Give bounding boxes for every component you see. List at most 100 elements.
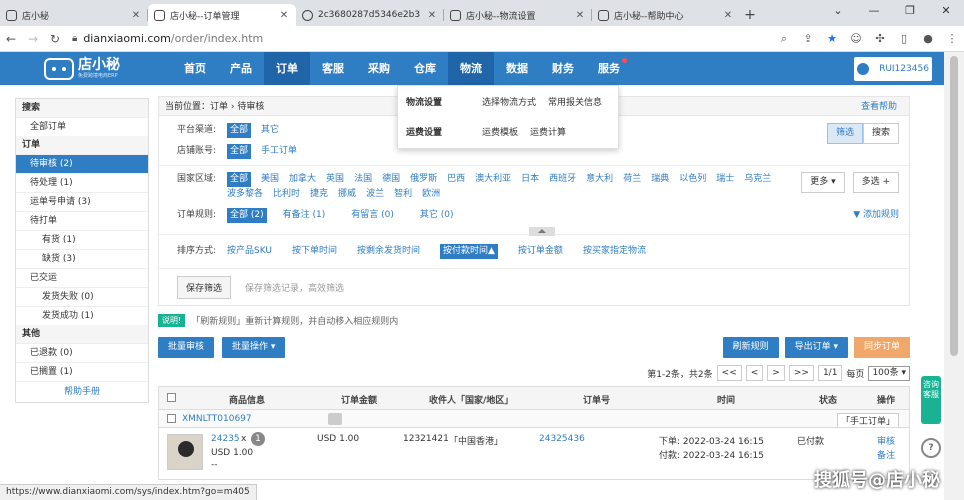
country-option[interactable]: 智利 [394, 187, 412, 202]
consult-service-button[interactable]: 咨询客服 [921, 376, 941, 424]
country-option[interactable]: 巴西 [447, 172, 465, 187]
sidebar-item-all-orders[interactable]: 全部订单 [16, 117, 148, 136]
shop-all[interactable]: 全部 [227, 144, 252, 159]
country-option[interactable]: 法国 [354, 172, 372, 187]
country-option[interactable]: 波兰 [366, 187, 384, 202]
menu-warehouse[interactable]: 仓库 [402, 52, 448, 85]
sort-by-buyer-logistics[interactable]: 按买家指定物流 [583, 244, 646, 259]
country-option[interactable]: 加拿大 [289, 172, 316, 187]
rule-has-note[interactable]: 有备注 (1) [283, 208, 326, 223]
close-tab-icon[interactable]: ✕ [722, 10, 734, 21]
share-icon[interactable]: ⇪ [796, 32, 820, 46]
tab-search-icon[interactable]: ⌄ [820, 0, 856, 24]
back-icon[interactable]: ← [0, 32, 22, 46]
group-id-link[interactable]: XMNLTT010697 [182, 414, 252, 424]
add-rule-link[interactable]: ▼ 添加规则 [853, 208, 899, 223]
country-option[interactable]: 美国 [261, 172, 279, 187]
view-help-link[interactable]: 查看帮助 [861, 97, 897, 117]
sort-by-remaining-ship-time[interactable]: 按剩余发货时间 [357, 244, 420, 259]
sidebar-item-out-of-stock[interactable]: 缺货 (3) [16, 249, 148, 268]
profile-icon[interactable]: ● [916, 32, 940, 46]
collapse-arrow-icon[interactable] [529, 227, 555, 236]
page-scrollbar[interactable] [944, 52, 964, 500]
menu-item-customs-info[interactable]: 常用报关信息 [548, 95, 602, 108]
extensions-puzzle-icon[interactable]: ✣ [868, 32, 892, 46]
batch-ops-button[interactable]: 批量操作 ▾ [222, 337, 286, 358]
sidebar-item-ship-success[interactable]: 发货成功 (1) [16, 306, 148, 325]
help-question-icon[interactable]: ? [921, 438, 941, 458]
country-option[interactable]: 澳大利亚 [475, 172, 511, 187]
close-tab-icon[interactable]: ✕ [278, 10, 290, 21]
country-option[interactable]: 日本 [521, 172, 539, 187]
url-field[interactable]: dianxiaomi.com/order/index.htm [83, 32, 772, 45]
bookmark-star-icon[interactable]: ★ [820, 32, 844, 46]
zoom-icon[interactable]: ⌕ [772, 32, 796, 46]
copy-icon[interactable] [327, 412, 342, 425]
country-option[interactable]: 全部 [227, 172, 252, 187]
rule-has-message[interactable]: 有留言 (0) [351, 208, 394, 223]
country-option[interactable]: 以色列 [679, 172, 706, 187]
save-filter-button[interactable]: 保存筛选 [177, 276, 232, 299]
select-all-checkbox[interactable] [167, 393, 176, 402]
sync-orders-button[interactable]: 同步订单 [853, 337, 910, 358]
sort-by-pay-time[interactable]: 按付款时间▲ [440, 244, 498, 259]
browser-tab-active[interactable]: 店小秘--订单管理 ✕ [148, 4, 296, 26]
minimize-icon[interactable]: — [856, 0, 892, 24]
country-option[interactable]: 意大利 [586, 172, 613, 187]
menu-item-select-logistics[interactable]: 选择物流方式 [482, 95, 536, 108]
close-tab-icon[interactable]: ✕ [574, 10, 586, 21]
sidebar-icon[interactable]: ▯ [892, 32, 916, 46]
country-option[interactable]: 波多黎各 [227, 187, 263, 202]
country-option[interactable]: 欧洲 [422, 187, 440, 202]
country-option[interactable]: 荷兰 [623, 172, 641, 187]
country-option[interactable]: 比利时 [273, 187, 300, 202]
export-orders-button[interactable]: 导出订单 ▾ [784, 337, 848, 358]
product-thumbnail[interactable] [167, 434, 203, 470]
forward-icon[interactable]: → [22, 32, 44, 46]
sidebar-item-shipped[interactable]: 已交运 [16, 268, 148, 287]
app-logo[interactable]: 店小秘 免费跨境电商ERP [0, 57, 140, 80]
menu-logistics[interactable]: 物流 [448, 52, 494, 85]
reload-icon[interactable]: ↻ [44, 32, 66, 46]
restore-icon[interactable]: ❐ [892, 0, 928, 24]
rule-all[interactable]: 全部 (2) [227, 208, 267, 223]
menu-products[interactable]: 产品 [218, 52, 264, 85]
browser-tab[interactable]: 店小秘--帮助中心 ✕ [592, 4, 740, 26]
refresh-rules-button[interactable]: 刷新规则 [722, 337, 779, 358]
per-page-select[interactable]: 100条 ▾ [868, 365, 910, 381]
country-option[interactable]: 英国 [326, 172, 344, 187]
close-tab-icon[interactable]: ✕ [130, 10, 142, 21]
country-option[interactable]: 西班牙 [549, 172, 576, 187]
multi-select-button[interactable]: 多选 + [852, 172, 899, 193]
sidebar-item-on-hold[interactable]: 已搁置 (1) [16, 362, 148, 381]
menu-item-freight-calc[interactable]: 运费计算 [530, 125, 566, 138]
browser-tab[interactable]: 店小秘--物流设置 ✕ [444, 4, 592, 26]
menu-purchasing[interactable]: 采购 [356, 52, 402, 85]
country-option[interactable]: 挪威 [338, 187, 356, 202]
rule-other[interactable]: 其它 (0) [420, 208, 454, 223]
browser-tab[interactable]: 2c3680287d5346e2b3 ✕ [296, 4, 444, 26]
first-page-button[interactable]: << [716, 365, 742, 381]
sort-by-order-time[interactable]: 按下单时间 [292, 244, 337, 259]
country-option[interactable]: 俄罗斯 [410, 172, 437, 187]
browser-tab[interactable]: 店小秘 ✕ [0, 4, 148, 26]
product-sku-link[interactable]: 24235 [211, 434, 240, 444]
platform-all[interactable]: 全部 [227, 123, 252, 138]
extension-robot-icon[interactable]: ☺ [844, 32, 868, 46]
platform-other[interactable]: 其它 [261, 123, 279, 138]
new-tab-button[interactable]: + [740, 7, 760, 26]
country-option[interactable]: 德国 [382, 172, 400, 187]
note-link[interactable]: 备注 [877, 448, 895, 461]
country-option[interactable]: 瑞士 [716, 172, 734, 187]
help-manual-link[interactable]: 帮助手册 [16, 381, 148, 401]
sidebar-item-to-print[interactable]: 待打单 [16, 211, 148, 230]
prev-page-button[interactable]: < [745, 365, 764, 381]
lock-icon[interactable]: 🔒︎ [72, 33, 77, 44]
sidebar-item-pending-review[interactable]: 待审核 (2) [16, 154, 148, 173]
sidebar-item-refunded[interactable]: 已退款 (0) [16, 343, 148, 362]
menu-item-freight-template[interactable]: 运费模板 [482, 125, 518, 138]
menu-home[interactable]: 首页 [172, 52, 218, 85]
last-page-button[interactable]: >> [788, 365, 814, 381]
menu-orders[interactable]: 订单 [264, 52, 310, 85]
menu-finance[interactable]: 财务 [540, 52, 586, 85]
